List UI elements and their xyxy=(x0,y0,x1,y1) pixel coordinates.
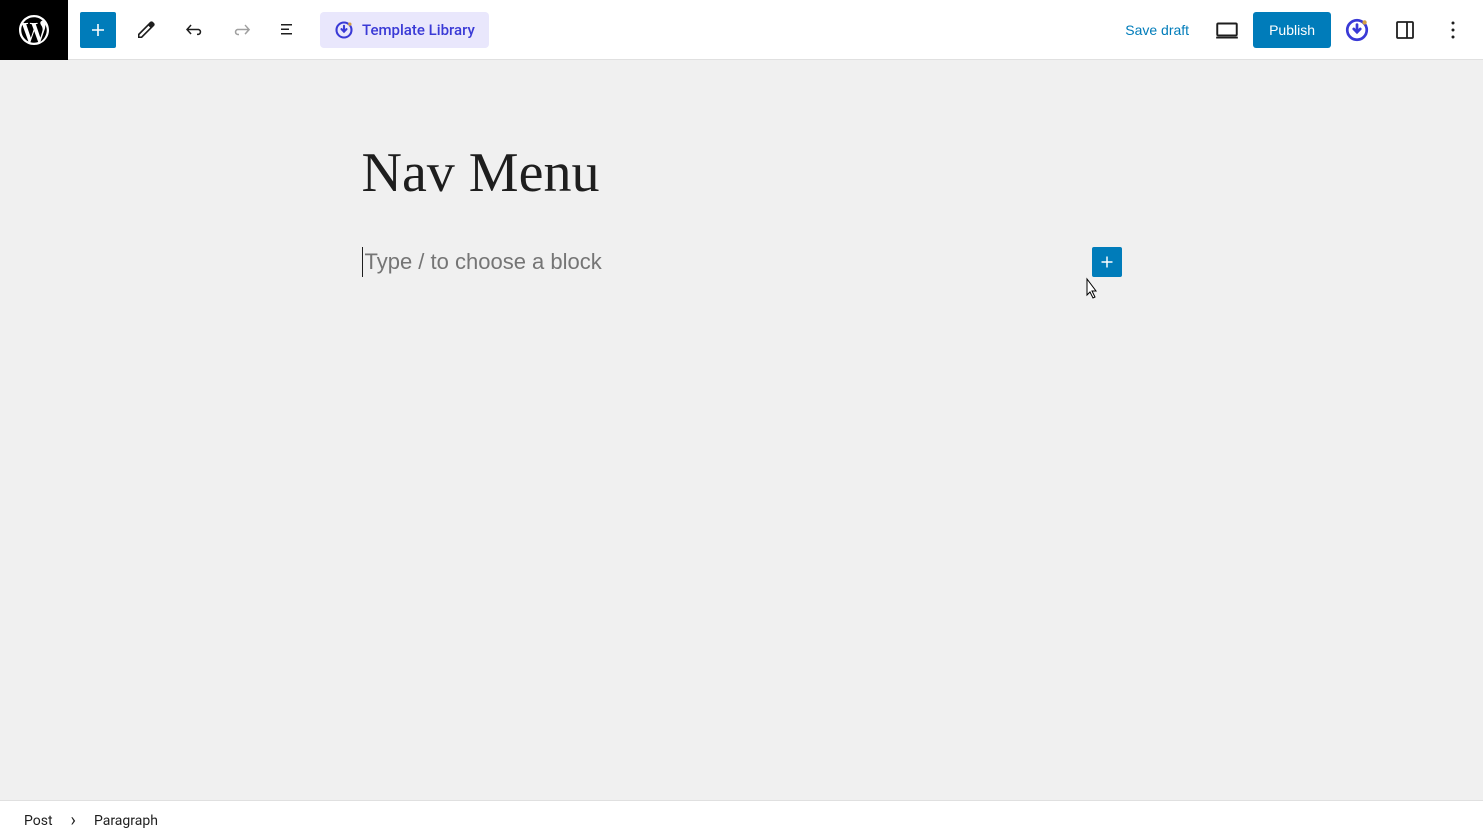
sidebar-panel-icon xyxy=(1393,18,1417,42)
template-library-label: Template Library xyxy=(362,21,475,39)
chevron-right-icon: › xyxy=(71,810,76,831)
display-icon xyxy=(1214,17,1240,43)
redo-icon xyxy=(230,18,254,42)
breadcrumb-root[interactable]: Post xyxy=(24,813,53,829)
plugin-circle-icon xyxy=(1344,17,1370,43)
list-view-icon xyxy=(278,18,302,42)
settings-sidebar-button[interactable] xyxy=(1383,8,1427,52)
wordpress-icon xyxy=(16,12,52,48)
paragraph-block-row: Type / to choose a block xyxy=(362,247,1122,277)
edit-tool-button[interactable] xyxy=(122,6,170,54)
editor-header: Template Library Save draft Publish xyxy=(0,0,1483,60)
more-vertical-icon xyxy=(1441,18,1465,42)
plus-icon xyxy=(1096,251,1118,273)
undo-button[interactable] xyxy=(170,6,218,54)
pencil-icon xyxy=(134,18,158,42)
preview-button[interactable] xyxy=(1205,8,1249,52)
paragraph-block-placeholder[interactable]: Type / to choose a block xyxy=(362,247,602,277)
add-block-button[interactable] xyxy=(80,12,116,48)
redo-button[interactable] xyxy=(218,6,266,54)
save-draft-button[interactable]: Save draft xyxy=(1113,14,1201,46)
header-left-group: Template Library xyxy=(0,0,489,59)
template-library-button[interactable]: Template Library xyxy=(320,12,489,48)
undo-icon xyxy=(182,18,206,42)
post-title[interactable]: Nav Menu xyxy=(362,140,1122,207)
publish-button[interactable]: Publish xyxy=(1253,12,1331,48)
wordpress-logo-button[interactable] xyxy=(0,0,68,60)
document-overview-button[interactable] xyxy=(266,6,314,54)
plugin-icon-button[interactable] xyxy=(1335,8,1379,52)
inline-add-block-button[interactable] xyxy=(1092,247,1122,277)
template-library-icon xyxy=(334,20,354,40)
editor-canvas[interactable]: Nav Menu Type / to choose a block xyxy=(0,60,1483,800)
breadcrumb-current[interactable]: Paragraph xyxy=(94,813,158,829)
plus-icon xyxy=(86,18,110,42)
header-right-group: Save draft Publish xyxy=(1113,0,1483,59)
post-content-wrapper: Nav Menu Type / to choose a block xyxy=(362,140,1122,277)
options-menu-button[interactable] xyxy=(1431,8,1475,52)
breadcrumb-footer: Post › Paragraph xyxy=(0,800,1483,840)
